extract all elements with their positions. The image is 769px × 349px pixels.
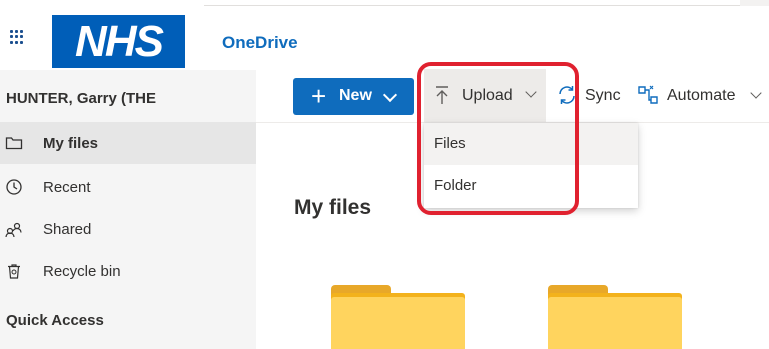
upload-button[interactable]: Upload [424, 69, 546, 123]
upload-menu-files[interactable]: Files [424, 123, 638, 165]
automate-button-label: Automate [667, 87, 736, 104]
sidebar-item-recycle-bin[interactable]: Recycle bin [0, 250, 256, 292]
menu-item-label: Files [434, 135, 466, 152]
app-launcher-icon[interactable] [10, 30, 24, 44]
sync-icon [556, 84, 578, 106]
new-button[interactable]: + New [293, 78, 414, 115]
folder-front [548, 297, 682, 349]
folder-front [331, 297, 465, 349]
clock-icon [5, 178, 23, 196]
upload-menu-folder[interactable]: Folder [424, 165, 638, 207]
sidebar-item-recent[interactable]: Recent [0, 166, 256, 208]
upload-icon [434, 85, 450, 105]
menu-item-label: Folder [434, 177, 477, 194]
sidebar: HUNTER, Garry (THE My files Recent Share… [0, 70, 256, 349]
sidebar-item-shared[interactable]: Shared [0, 208, 256, 250]
folder-tile[interactable] [331, 285, 465, 349]
trash-icon [5, 262, 23, 280]
top-strip-corner [740, 0, 769, 6]
chevron-down-icon [382, 87, 398, 103]
upload-menu: Files Folder [424, 123, 638, 208]
chevron-down-icon [750, 87, 762, 99]
user-name[interactable]: HUNTER, Garry (THE [6, 90, 156, 107]
sidebar-item-my-files[interactable]: My files [0, 122, 256, 164]
folder-tile[interactable] [548, 285, 682, 349]
sync-button-label: Sync [585, 87, 621, 104]
app-name-link[interactable]: OneDrive [222, 33, 298, 53]
sidebar-item-label: Recent [43, 178, 91, 196]
page-title: My files [294, 196, 372, 219]
new-button-label: New [339, 87, 372, 104]
upload-button-label: Upload [462, 87, 513, 104]
quick-access-heading: Quick Access [6, 312, 104, 329]
nhs-logo[interactable]: NHS [52, 15, 185, 68]
chevron-down-icon [525, 86, 537, 98]
automate-icon [637, 85, 659, 105]
sidebar-item-label: Recycle bin [43, 262, 121, 280]
nhs-logo-text: NHS [75, 16, 164, 66]
app-header: NHS OneDrive [0, 12, 769, 70]
plus-icon: + [311, 81, 327, 111]
top-strip-edge [204, 0, 769, 6]
sidebar-item-label: Shared [43, 220, 92, 238]
automate-button[interactable]: Automate [637, 84, 769, 108]
folder-icon [5, 134, 23, 152]
sidebar-item-label: My files [43, 134, 99, 152]
people-icon [5, 220, 23, 238]
top-strip [0, 0, 769, 12]
